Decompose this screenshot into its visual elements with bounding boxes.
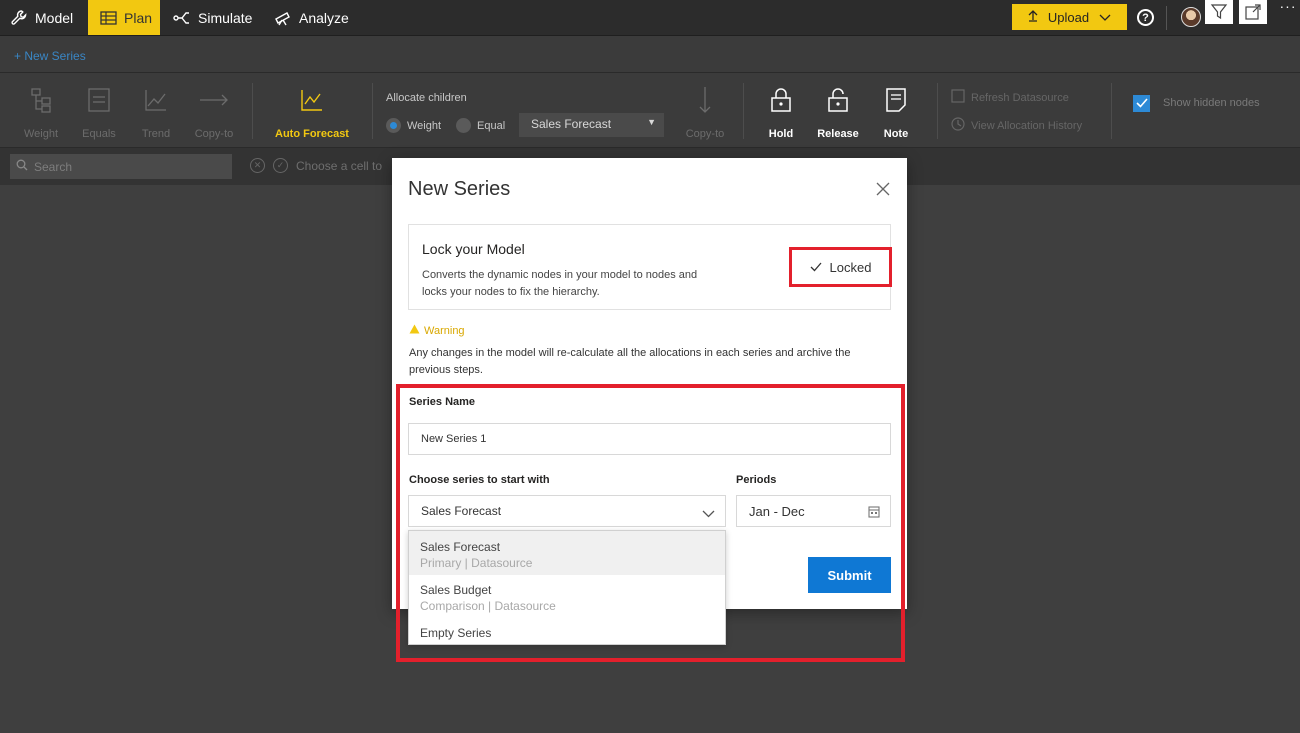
locked-label: Locked [829, 259, 872, 275]
database-icon [951, 89, 965, 106]
warning-header: Warning [409, 324, 465, 337]
series-select[interactable]: Sales Forecast ▼ [519, 113, 664, 137]
chart-line-icon [272, 85, 352, 115]
hold-label: Hold [768, 128, 794, 140]
nav-tab-simulate[interactable]: Simulate [173, 0, 257, 35]
checkmark-icon [1135, 95, 1148, 113]
lock-model-title: Lock your Model [422, 241, 525, 257]
allocate-weight-label: Weight [407, 119, 442, 132]
chevron-down-icon [1099, 10, 1111, 25]
confirm-icon[interactable]: ✓ [273, 158, 288, 173]
nav-tab-analyze-label: Analyze [299, 9, 349, 26]
note-button[interactable]: Note [866, 85, 926, 140]
auto-forecast-label: Auto Forecast [275, 128, 349, 140]
refresh-datasource-link[interactable]: Refresh Datasource [951, 89, 1069, 106]
new-series-link[interactable]: + New Series [14, 49, 86, 63]
release-label: Release [817, 128, 859, 140]
copy-to-label: Copy-to [194, 128, 234, 140]
help-icon[interactable]: ? [1137, 9, 1154, 26]
divider [743, 83, 744, 139]
series-select-value: Sales Forecast [531, 117, 612, 131]
nav-tab-plan-label: Plan [124, 9, 153, 26]
highlight-box [396, 384, 905, 662]
search-input[interactable]: Search [10, 154, 232, 179]
telescope-icon [274, 10, 292, 26]
upload-button[interactable]: Upload [1012, 4, 1127, 30]
dialog-title: New Series [408, 178, 511, 200]
allocate-equal-radio[interactable]: Equal [456, 118, 505, 133]
warning-text: Any changes in the model will re-calcula… [409, 347, 851, 376]
show-hidden-nodes-checkbox[interactable] [1133, 95, 1150, 112]
arrow-down-icon [675, 85, 735, 115]
divider [937, 83, 938, 139]
divider [1166, 6, 1167, 30]
top-nav-bar: Model Plan Simulate Analyze Upload ? ··· [0, 0, 1300, 36]
caret-down-icon: ▼ [647, 117, 656, 127]
weight-label: Weight [23, 128, 59, 140]
unlock-icon [808, 85, 868, 115]
lock-model-description: Converts the dynamic nodes in your model… [422, 269, 698, 298]
nav-tab-analyze[interactable]: Analyze [274, 0, 354, 35]
view-allocation-history-label: View Allocation History [971, 119, 1083, 132]
history-icon [951, 117, 965, 134]
auto-forecast-button[interactable]: Auto Forecast [272, 85, 352, 140]
hierarchy-icon [11, 85, 71, 115]
release-button[interactable]: Release [808, 85, 868, 140]
upload-arrow-icon [1028, 9, 1038, 25]
nav-tab-model[interactable]: Model [10, 0, 88, 35]
nav-tab-model-label: Model [35, 9, 74, 26]
show-hidden-nodes-label: Show hidden nodes [1163, 97, 1260, 109]
trend-button[interactable]: Trend [126, 85, 186, 140]
search-placeholder: Search [34, 159, 73, 174]
equals-icon [69, 85, 129, 115]
allocate-children-title: Allocate children [386, 92, 467, 104]
warning-title: Warning [424, 324, 465, 337]
divider [372, 83, 373, 139]
nav-tab-simulate-label: Simulate [198, 9, 253, 26]
radio-unselected-icon [456, 118, 471, 133]
divider [252, 83, 253, 139]
lock-icon [751, 85, 811, 115]
branch-icon [173, 10, 191, 26]
series-bar: + New Series [0, 36, 1300, 73]
arrow-right-icon [184, 85, 244, 115]
copy-to-down-label: Copy-to [685, 128, 725, 140]
checkmark-icon [810, 260, 822, 275]
equals-label: Equals [82, 128, 116, 140]
more-options-icon[interactable]: ··· [1276, 0, 1300, 20]
refresh-datasource-label: Refresh Datasource [971, 91, 1069, 104]
trend-icon [126, 85, 186, 115]
note-label: Note [883, 128, 909, 140]
equals-button[interactable]: Equals [69, 85, 129, 140]
ribbon-toolbar: Weight Equals Trend Copy-to Auto Forecas… [0, 73, 1300, 148]
hold-button[interactable]: Hold [751, 85, 811, 140]
filter-icon[interactable] [1205, 0, 1233, 24]
trend-label: Trend [141, 128, 171, 140]
cancel-icon[interactable]: ✕ [250, 158, 265, 173]
avatar[interactable] [1181, 7, 1201, 27]
table-icon [100, 10, 117, 25]
view-allocation-history-link[interactable]: View Allocation History [951, 117, 1082, 134]
copy-to-button[interactable]: Copy-to [184, 85, 244, 140]
lock-model-card: Lock your Model Converts the dynamic nod… [408, 224, 892, 310]
warning-icon [409, 324, 420, 337]
radio-selected-icon [386, 118, 401, 133]
nav-tab-plan[interactable]: Plan [88, 0, 160, 35]
divider [1111, 83, 1112, 139]
locked-status-button[interactable]: Locked [789, 247, 892, 287]
choose-cell-hint: Choose a cell to [296, 158, 383, 173]
note-icon [866, 85, 926, 115]
search-icon [16, 159, 28, 174]
copy-to-down-button[interactable]: Copy-to [675, 85, 735, 140]
expand-icon[interactable] [1239, 0, 1267, 24]
weight-button[interactable]: Weight [11, 85, 71, 140]
upload-label: Upload [1047, 9, 1090, 25]
allocate-equal-label: Equal [477, 119, 506, 132]
allocate-weight-radio[interactable]: Weight [386, 118, 441, 133]
wrench-icon [10, 9, 28, 27]
formula-hint: ✕ ✓ Choose a cell to [250, 158, 382, 173]
close-icon[interactable] [875, 181, 891, 197]
